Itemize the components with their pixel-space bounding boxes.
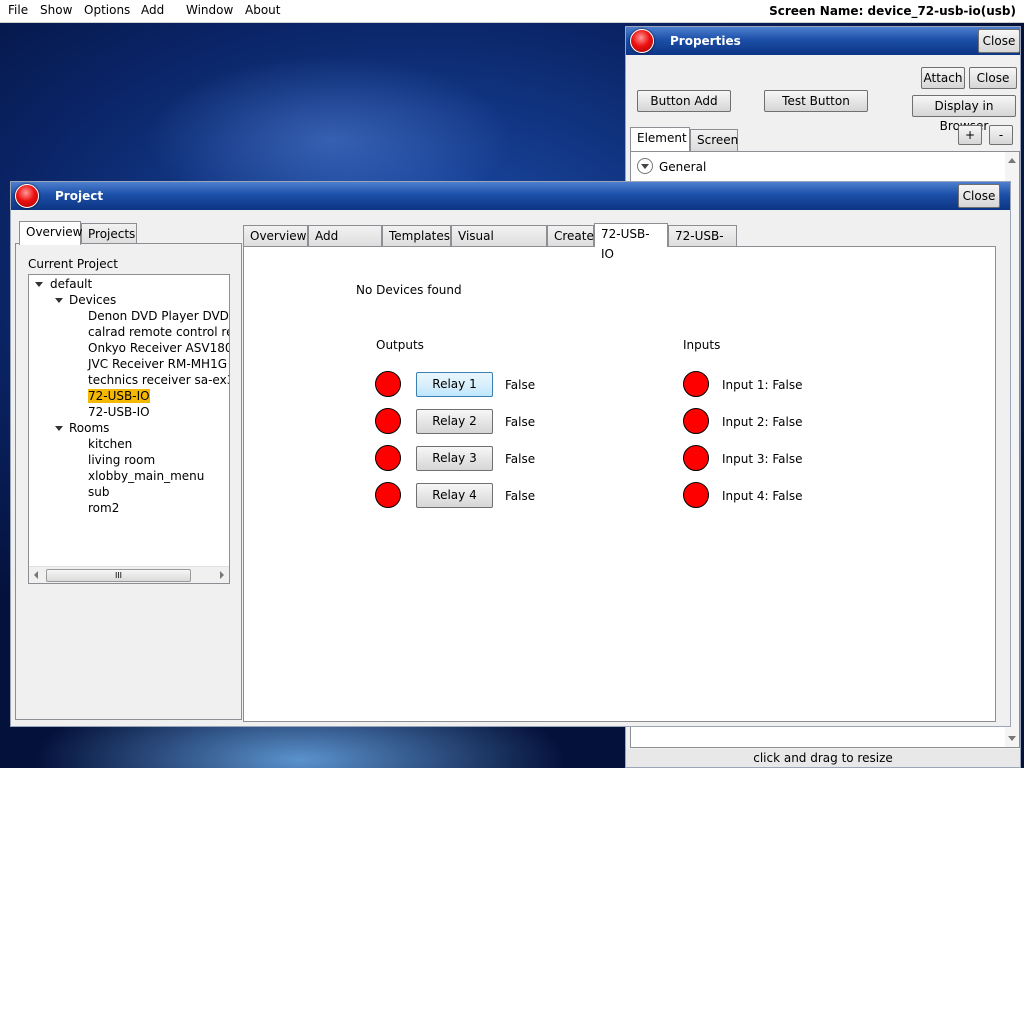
attach-button[interactable]: Attach (921, 67, 965, 89)
relay-4-button[interactable]: Relay 4 (416, 483, 493, 508)
app-orb-icon (630, 29, 654, 53)
tree-hscrollbar[interactable]: III (29, 566, 229, 583)
expand-chevron-icon[interactable] (637, 158, 653, 174)
left-tabs: Overview Projects (19, 221, 245, 245)
input-3-indicator (683, 445, 709, 471)
inputs-heading: Inputs (683, 338, 721, 352)
display-in-browser-button[interactable]: Display in Browser (912, 95, 1016, 133)
tab-72-usb-io[interactable]: 72-USB-IO (668, 225, 737, 263)
scroll-grip-icon: III (114, 571, 123, 580)
app-orb-icon (15, 184, 39, 208)
plus-button[interactable]: + (958, 125, 982, 145)
relay-2-state: False (505, 415, 536, 429)
resize-hint-label: click and drag to resize (753, 751, 893, 765)
project-close-button[interactable]: Close (958, 184, 1000, 208)
properties-close2-button[interactable]: Close (969, 67, 1017, 89)
menu-options[interactable]: Options (84, 3, 130, 17)
tab-add-device[interactable]: Add Device (308, 225, 382, 263)
input-1-indicator (683, 371, 709, 397)
relay-1-state: False (505, 378, 536, 392)
scroll-left-icon[interactable] (34, 571, 38, 579)
outputs-heading: Outputs (376, 338, 424, 352)
scroll-right-icon[interactable] (220, 571, 224, 579)
menu-add[interactable]: Add (141, 3, 164, 17)
general-section-label: General (659, 160, 707, 174)
project-title: Project (55, 189, 104, 203)
menu-show[interactable]: Show (40, 3, 72, 17)
screen-name-label: Screen Name: device_72-usb-io(usb) (769, 4, 1016, 18)
input-2-state: Input 2: False (722, 415, 803, 429)
device-tabs: Overview Add Device Templates Visual Ove… (243, 223, 1003, 263)
tree-device-item[interactable]: technics receiver sa-ex320 (88, 373, 229, 387)
tree-device-item[interactable]: Denon DVD Player DVD-93 (88, 309, 229, 323)
tree-scroll-thumb[interactable]: III (46, 569, 191, 582)
tab-72-usb-io-active[interactable]: 72-USB-IO (594, 223, 668, 261)
device-panel: No Devices found Outputs Inputs Relay 1 … (243, 246, 996, 722)
tab-create[interactable]: Create (547, 225, 594, 247)
input-2-indicator (683, 408, 709, 434)
tab-left-projects[interactable]: Projects (81, 223, 137, 245)
menu-window[interactable]: Window (186, 3, 233, 17)
menu-bar: File Show Options Add Window About Scree… (0, 0, 1024, 23)
tab-visual-overview[interactable]: Visual Overview (451, 225, 547, 263)
tree-room-item[interactable]: kitchen (88, 437, 132, 451)
properties-title: Properties (670, 34, 741, 48)
tree-devices-folder[interactable]: Devices (69, 293, 116, 307)
current-project-label: Current Project (28, 257, 118, 271)
relay-1-button[interactable]: Relay 1 (416, 372, 493, 397)
tree-device-item[interactable]: Onkyo Receiver ASV180 (88, 341, 229, 355)
resize-grip[interactable]: click and drag to resize (626, 749, 1020, 767)
tree-device-item-selected[interactable]: 72-USB-IO (88, 389, 150, 403)
no-devices-message: No Devices found (356, 283, 462, 297)
tab-screen[interactable]: Screen (690, 129, 738, 151)
project-window: Project Close Overview Projects Current … (10, 181, 1011, 727)
input-4-state: Input 4: False (722, 489, 803, 503)
tree-room-item[interactable]: rom2 (88, 501, 119, 515)
relay-3-indicator (375, 445, 401, 471)
relay-3-button[interactable]: Relay 3 (416, 446, 493, 471)
properties-close-button[interactable]: Close (978, 29, 1020, 53)
tree-device-item[interactable]: 72-USB-IO (88, 405, 150, 419)
project-tree: default Devices Denon DVD Player DVD-93 … (28, 274, 230, 584)
left-pane: Current Project default Devices Denon DV… (15, 243, 242, 720)
test-button[interactable]: Test Button (764, 90, 868, 112)
tab-left-overview[interactable]: Overview (19, 221, 83, 245)
menu-about[interactable]: About (245, 3, 280, 17)
input-1-state: Input 1: False (722, 378, 803, 392)
collapse-arrow-icon[interactable] (55, 298, 63, 303)
scroll-down-icon[interactable] (1008, 736, 1016, 741)
tree-room-item[interactable]: xlobby_main_menu (88, 469, 204, 483)
menu-file[interactable]: File (8, 3, 28, 17)
project-titlebar[interactable]: Project Close (11, 182, 1010, 210)
relay-4-state: False (505, 489, 536, 503)
tree-root-default[interactable]: default (50, 277, 92, 291)
tree-room-item[interactable]: sub (88, 485, 109, 499)
scroll-up-icon[interactable] (1008, 158, 1016, 163)
tree-device-item[interactable]: calrad remote control rev2 (88, 325, 229, 339)
tree-rooms-folder[interactable]: Rooms (69, 421, 109, 435)
collapse-arrow-icon[interactable] (35, 282, 43, 287)
tree-device-item[interactable]: JVC Receiver RM-MH1G (88, 357, 227, 371)
relay-1-indicator (375, 371, 401, 397)
input-3-state: Input 3: False (722, 452, 803, 466)
relay-2-indicator (375, 408, 401, 434)
button-add-button[interactable]: Button Add (637, 90, 731, 112)
tab-overview[interactable]: Overview (243, 225, 308, 247)
tab-templates[interactable]: Templates (382, 225, 451, 247)
tab-element[interactable]: Element (630, 127, 690, 151)
relay-4-indicator (375, 482, 401, 508)
relay-3-state: False (505, 452, 536, 466)
minus-button[interactable]: - (989, 125, 1013, 145)
relay-2-button[interactable]: Relay 2 (416, 409, 493, 434)
properties-titlebar[interactable]: Properties Close (626, 27, 1020, 55)
tree-room-item[interactable]: living room (88, 453, 155, 467)
collapse-arrow-icon[interactable] (55, 426, 63, 431)
input-4-indicator (683, 482, 709, 508)
